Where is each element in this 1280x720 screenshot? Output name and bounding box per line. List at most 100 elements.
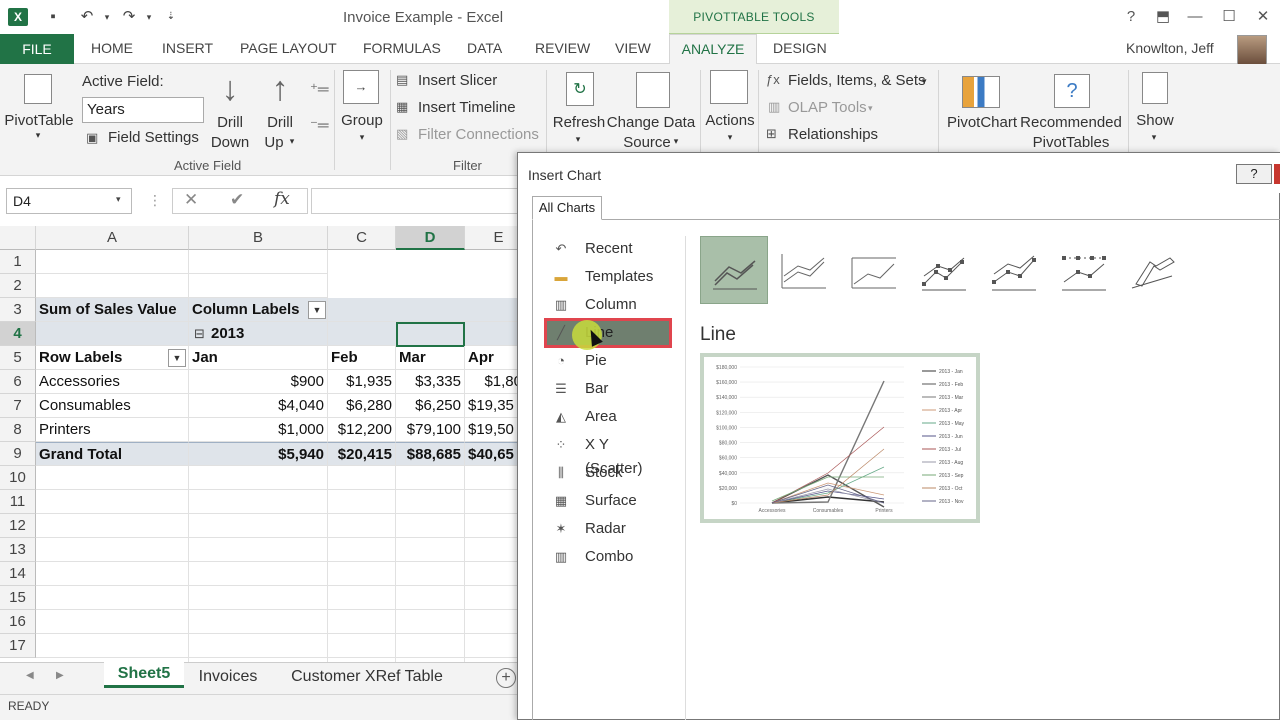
cancel-icon[interactable]: ✕: [184, 190, 198, 210]
row-header[interactable]: 6: [0, 370, 36, 394]
pivot-value-cell[interactable]: $19,35: [465, 394, 518, 418]
chart-type-pie[interactable]: ◔ Pie: [550, 349, 670, 373]
redo-icon[interactable]: ↷: [120, 8, 138, 26]
subtype-100-stacked-line-markers[interactable]: [1050, 236, 1118, 304]
excel-logo-icon[interactable]: X: [8, 8, 28, 26]
pivot-value-cell[interactable]: $900: [189, 370, 328, 394]
column-header-a[interactable]: A: [36, 226, 189, 250]
tab-analyze[interactable]: ANALYZE: [669, 34, 757, 65]
row-header[interactable]: 11: [0, 490, 36, 514]
column-header-c[interactable]: C: [328, 226, 396, 250]
close-icon[interactable]: ✕: [1250, 7, 1276, 27]
row-header[interactable]: 5: [0, 346, 36, 370]
chart-type-surface[interactable]: ▦ Surface: [550, 489, 670, 513]
row-header[interactable]: 14: [0, 562, 36, 586]
pivot-value-cell[interactable]: $3,335: [396, 370, 465, 394]
avatar[interactable]: [1237, 35, 1267, 65]
pivot-month-header[interactable]: Mar: [396, 346, 465, 370]
chart-preview[interactable]: $180,000 $160,000 $140,000 $120,000 $100,000…: [700, 353, 980, 523]
chart-type-radar[interactable]: ✶ Radar: [550, 517, 670, 541]
subtype-100-stacked-line[interactable]: [840, 236, 908, 304]
active-field-input[interactable]: Years: [82, 97, 204, 123]
pivot-value-cell[interactable]: $19,50: [465, 418, 518, 442]
row-header[interactable]: 2: [0, 274, 36, 298]
row-header[interactable]: 13: [0, 538, 36, 562]
select-all-corner[interactable]: [0, 226, 36, 250]
tab-review[interactable]: REVIEW: [535, 40, 590, 56]
chart-type-stock[interactable]: ⫼ Stock: [550, 461, 670, 485]
subtype-line[interactable]: [700, 236, 768, 304]
pivottable-dropdown-icon[interactable]: ▾: [30, 130, 46, 141]
formula-input[interactable]: [311, 188, 521, 214]
pivot-grand-total-cell[interactable]: $20,415: [328, 442, 396, 466]
drill-up-line2[interactable]: Up: [262, 134, 286, 151]
row-header[interactable]: 9: [0, 442, 36, 466]
drill-down-line2[interactable]: Down: [206, 134, 254, 151]
tab-all-charts[interactable]: All Charts: [532, 196, 602, 220]
row-header[interactable]: 15: [0, 586, 36, 610]
name-box[interactable]: D4: [6, 188, 132, 214]
chart-type-recent[interactable]: ↶ Recent: [550, 237, 670, 261]
subtype-stacked-line[interactable]: [770, 236, 838, 304]
row-header[interactable]: 17: [0, 634, 36, 658]
pivot-value-cell[interactable]: $1,80: [465, 370, 518, 394]
refresh-button[interactable]: Refresh: [552, 114, 606, 131]
tab-design[interactable]: DESIGN: [773, 40, 827, 56]
enter-icon[interactable]: ✔: [230, 190, 244, 210]
dialog-help-button[interactable]: ?: [1236, 164, 1272, 184]
olap-tools-dropdown-icon[interactable]: ▾: [868, 103, 873, 114]
recommended-pivottables-line1[interactable]: Recommended: [1018, 114, 1124, 131]
scroll-sheets-left-icon[interactable]: ◀: [26, 670, 34, 681]
actions-button[interactable]: Actions: [702, 112, 758, 129]
cell[interactable]: [189, 250, 328, 274]
change-data-source-dropdown-icon[interactable]: ▾: [670, 136, 682, 147]
active-cell-d4[interactable]: [396, 322, 465, 347]
pivot-grand-total-cell[interactable]: $40,65: [465, 442, 518, 466]
sheet-tab-sheet5[interactable]: Sheet5: [104, 662, 184, 688]
recommended-pivottables-line2[interactable]: PivotTables: [1028, 134, 1114, 151]
drill-down-line1[interactable]: Drill: [208, 114, 252, 131]
chart-type-combo[interactable]: ▥ Combo: [550, 545, 670, 569]
filter-connections-button[interactable]: Filter Connections: [418, 126, 539, 143]
chart-type-line[interactable]: ╱Line: [550, 321, 670, 345]
sheet-tab-invoices[interactable]: Invoices: [186, 666, 270, 690]
tab-file[interactable]: FILE: [0, 34, 74, 64]
drill-up-line1[interactable]: Drill: [258, 114, 302, 131]
cell[interactable]: [36, 274, 189, 298]
row-header[interactable]: 4: [0, 322, 36, 346]
undo-dropdown-icon[interactable]: ▾: [98, 8, 116, 26]
row-header[interactable]: 16: [0, 610, 36, 634]
change-data-source-line2[interactable]: Source: [620, 134, 674, 151]
actions-dropdown-icon[interactable]: ▾: [722, 132, 738, 143]
pivot-month-header[interactable]: Jan: [189, 346, 328, 370]
pivot-grand-total-cell[interactable]: $5,940: [189, 442, 328, 466]
change-data-source-line1[interactable]: Change Data: [606, 114, 696, 131]
collapse-year-icon[interactable]: ⊟: [194, 326, 205, 342]
refresh-dropdown-icon[interactable]: ▾: [570, 134, 586, 145]
row-header[interactable]: 1: [0, 250, 36, 274]
pivot-month-header[interactable]: Feb: [328, 346, 396, 370]
pivot-grand-total-cell[interactable]: $88,685: [396, 442, 465, 466]
pivot-row-labels[interactable]: Row Labels: [36, 346, 189, 370]
cell[interactable]: [189, 274, 328, 298]
tab-insert[interactable]: INSERT: [162, 40, 213, 56]
sheet-tab-customer-xref[interactable]: Customer XRef Table: [272, 666, 462, 690]
pivot-value-cell[interactable]: $4,040: [189, 394, 328, 418]
row-header[interactable]: 10: [0, 466, 36, 490]
undo-icon[interactable]: ↶: [78, 8, 96, 26]
field-settings-button[interactable]: Field Settings: [108, 129, 199, 146]
row-labels-filter-button[interactable]: ▼: [168, 349, 186, 367]
save-icon[interactable]: ▪: [44, 8, 62, 26]
pivot-grand-total-label[interactable]: Grand Total: [36, 442, 189, 466]
column-labels-filter-button[interactable]: ▼: [308, 301, 326, 319]
tab-home[interactable]: HOME: [91, 40, 133, 56]
pivot-value-cell[interactable]: $1,935: [328, 370, 396, 394]
show-button[interactable]: Show: [1130, 112, 1180, 129]
pivot-value-cell[interactable]: $79,100: [396, 418, 465, 442]
ribbon-display-options-icon[interactable]: ⬒: [1150, 7, 1176, 27]
group-dropdown-icon[interactable]: ▾: [354, 132, 370, 143]
pivot-value-cell[interactable]: $1,000: [189, 418, 328, 442]
pivot-row-label[interactable]: Accessories: [36, 370, 189, 394]
formula-bar-options-icon[interactable]: ⋮: [148, 192, 162, 209]
chart-type-scatter[interactable]: ⁘ X Y (Scatter): [550, 433, 670, 477]
